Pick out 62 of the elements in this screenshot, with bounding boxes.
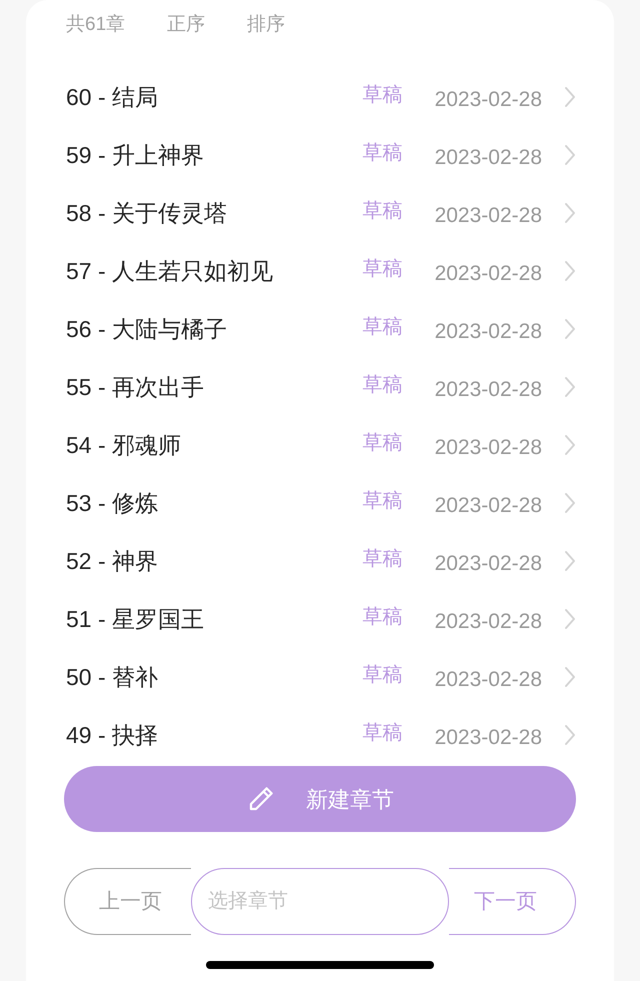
chapter-title: 56 - 大陆与橘子 <box>66 314 228 344</box>
status-label: 草稿 <box>362 199 403 224</box>
chapter-row[interactable]: 50 - 替补 草稿 2023-02-28 <box>64 648 576 706</box>
chapter-date: 2023-02-28 <box>434 319 542 346</box>
chapter-title: 58 - 关于传灵塔 <box>66 198 228 228</box>
status-label: 草稿 <box>362 315 403 340</box>
chapter-date: 2023-02-28 <box>434 145 542 172</box>
status-label: 草稿 <box>362 373 403 398</box>
chapter-date: 2023-02-28 <box>434 551 542 578</box>
status-label: 草稿 <box>362 83 403 108</box>
chapter-row[interactable]: 53 - 修炼 草稿 2023-02-28 <box>64 474 576 532</box>
chapter-date: 2023-02-28 <box>434 609 542 636</box>
chapter-row[interactable]: 56 - 大陆与橘子 草稿 2023-02-28 <box>64 300 576 358</box>
chapter-date: 2023-02-28 <box>434 261 542 288</box>
chapter-title: 55 - 再次出手 <box>66 372 206 402</box>
chevron-right-icon <box>564 318 576 340</box>
chevron-right-icon <box>564 86 576 108</box>
chevron-right-icon <box>564 608 576 630</box>
chevron-right-icon <box>564 260 576 282</box>
chevron-right-icon <box>564 492 576 514</box>
chapter-row[interactable]: 57 - 人生若只如初见 草稿 2023-02-28 <box>64 242 576 300</box>
chapter-date: 2023-02-28 <box>434 667 542 694</box>
chapter-date: 2023-02-28 <box>434 493 542 520</box>
status-label: 草稿 <box>362 663 403 688</box>
chapter-row[interactable]: 59 - 升上神界 草稿 2023-02-28 <box>64 126 576 184</box>
chapter-row[interactable]: 55 - 再次出手 草稿 2023-02-28 <box>64 358 576 416</box>
chapter-title: 51 - 星罗国王 <box>66 604 206 634</box>
chevron-right-icon <box>564 376 576 398</box>
chevron-right-icon <box>564 144 576 166</box>
chapter-row[interactable]: 58 - 关于传灵塔 草稿 2023-02-28 <box>64 184 576 242</box>
chapter-row[interactable]: 51 - 星罗国王 草稿 2023-02-28 <box>64 590 576 648</box>
chapter-row[interactable]: 52 - 神界 草稿 2023-02-28 <box>64 532 576 590</box>
status-label: 草稿 <box>362 721 403 746</box>
chevron-right-icon <box>564 550 576 572</box>
chapter-title: 60 - 结局 <box>66 82 160 112</box>
chapter-date: 2023-02-28 <box>434 377 542 404</box>
status-label: 草稿 <box>362 605 403 630</box>
chapter-date: 2023-02-28 <box>434 87 542 114</box>
chapter-row[interactable]: 54 - 邪魂师 草稿 2023-02-28 <box>64 416 576 474</box>
chevron-right-icon <box>564 202 576 224</box>
chapter-select-field[interactable]: 选择章节 <box>191 868 449 935</box>
chapter-row[interactable]: 60 - 结局 草稿 2023-02-28 <box>64 68 576 126</box>
chapter-date: 2023-02-28 <box>434 725 542 752</box>
chapter-title: 50 - 替补 <box>66 662 160 692</box>
chapter-date: 2023-02-28 <box>434 203 542 230</box>
status-label: 草稿 <box>362 141 403 166</box>
chapter-date: 2023-02-28 <box>434 435 542 462</box>
chapter-title: 54 - 邪魂师 <box>66 430 182 460</box>
chapter-title: 53 - 修炼 <box>66 488 160 518</box>
chevron-right-icon <box>564 666 576 688</box>
chapter-title: 57 - 人生若只如初见 <box>66 256 274 286</box>
status-label: 草稿 <box>362 431 403 456</box>
chapter-count: 共61章 <box>66 12 126 37</box>
chapter-row[interactable]: 49 - 抉择 草稿 2023-02-28 <box>64 706 576 764</box>
chevron-right-icon <box>564 434 576 456</box>
status-label: 草稿 <box>362 257 403 282</box>
status-label: 草稿 <box>362 489 403 514</box>
chapter-title: 52 - 神界 <box>66 546 160 576</box>
chapter-title: 49 - 抉择 <box>66 720 160 750</box>
chapter-title: 59 - 升上神界 <box>66 140 206 170</box>
chevron-right-icon <box>564 724 576 746</box>
status-label: 草稿 <box>362 547 403 572</box>
